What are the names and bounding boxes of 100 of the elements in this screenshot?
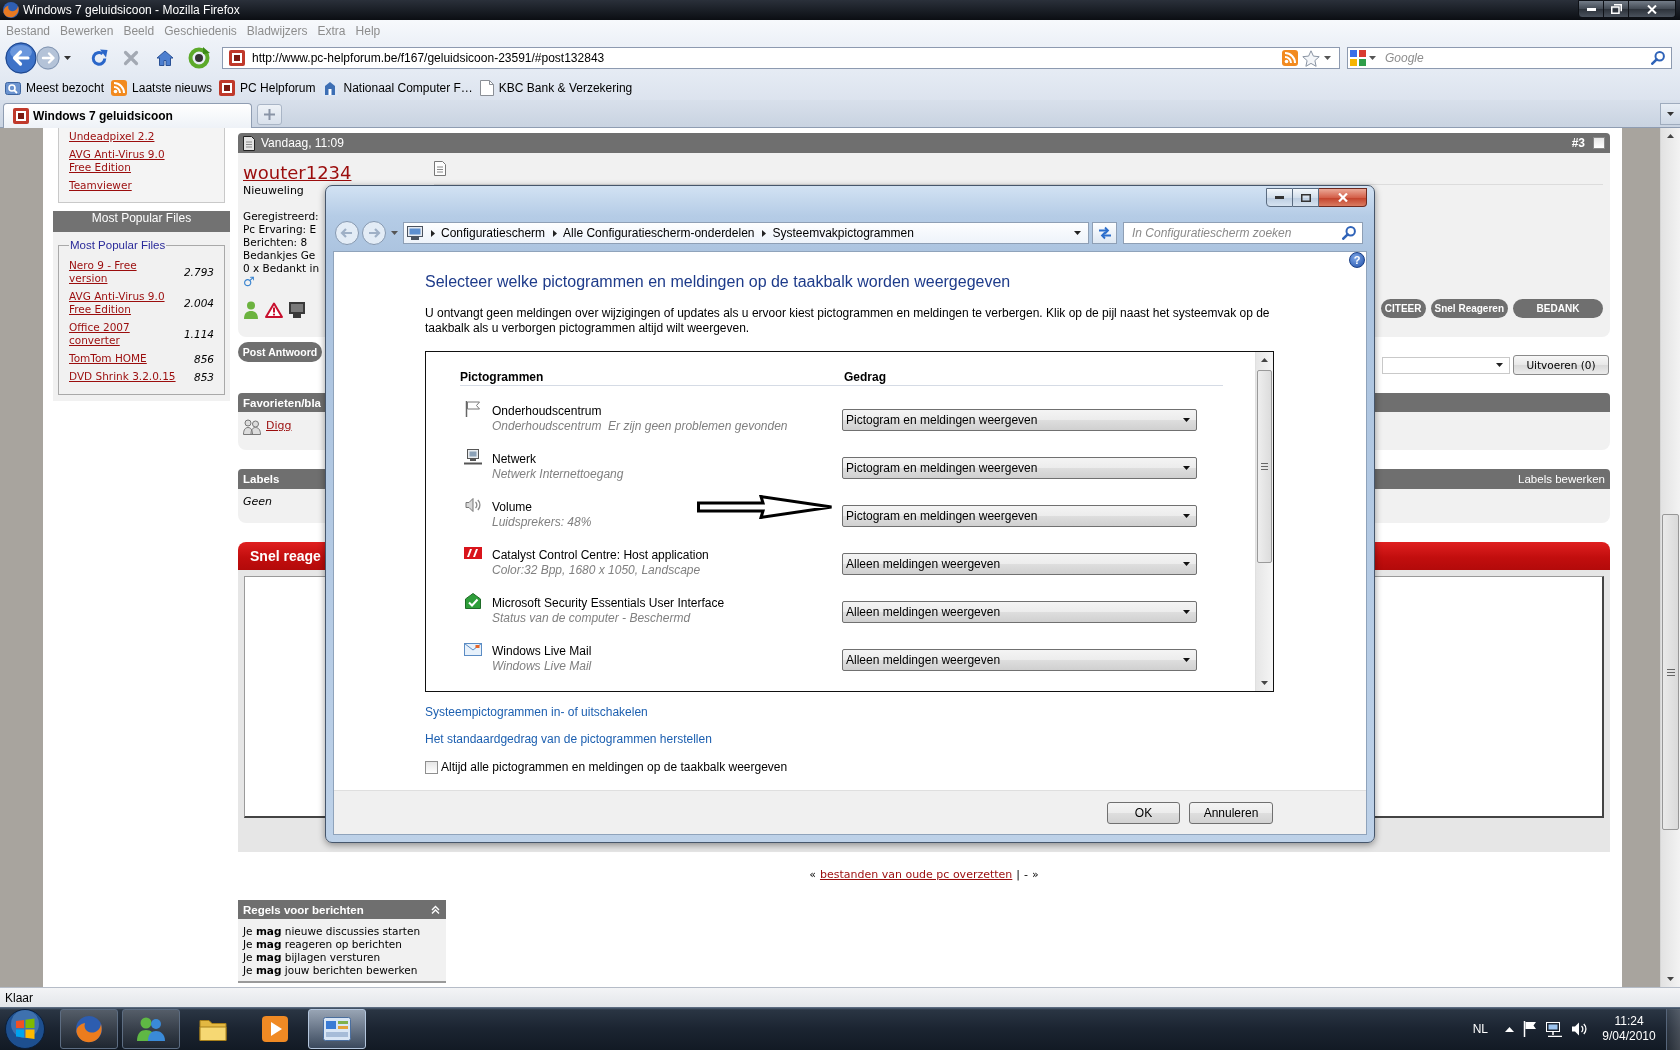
close-button[interactable]	[1319, 188, 1367, 207]
bookmark-item[interactable]: PC Helpforum	[219, 79, 316, 96]
address-field[interactable]: http://www.pc-helpforum.be/f167/geluidsicoon-23591/#post132843	[222, 47, 1340, 69]
social-link[interactable]: Digg	[266, 419, 292, 432]
caret-icon[interactable]	[64, 56, 71, 60]
search-field[interactable]: Google	[1347, 47, 1672, 69]
nav-arrow[interactable]: «	[809, 868, 816, 882]
file-link[interactable]: Undeadpixel 2.2	[69, 130, 177, 143]
ring-icon[interactable]	[188, 47, 210, 69]
caret-icon[interactable]	[1183, 418, 1190, 422]
dialog-button[interactable]: OK	[1107, 801, 1180, 824]
behavior-dropdown[interactable]: Pictogram en meldingen weergeven	[842, 457, 1197, 479]
post-action-button[interactable]: Snel Reageren	[1430, 299, 1508, 318]
taskbar-button[interactable]	[308, 1009, 366, 1049]
scrollbar[interactable]	[1660, 128, 1680, 987]
browser-tab[interactable]: Windows 7 geluidsicoon	[3, 103, 252, 128]
chevron-icon[interactable]	[431, 229, 435, 237]
scroll-down-icon[interactable]	[1261, 681, 1268, 685]
speaker-icon[interactable]	[1571, 1021, 1587, 1037]
username-link[interactable]: wouter1234	[243, 162, 352, 184]
back-icon[interactable]	[5, 42, 37, 74]
search-engine-icon[interactable]	[1350, 50, 1366, 66]
bookmark-item[interactable]: KBC Bank & Verzekering	[479, 79, 633, 96]
start-orb-icon[interactable]	[5, 1009, 45, 1049]
scroll-up-icon[interactable]	[1667, 134, 1674, 138]
bookmark-item[interactable]: Meest bezocht	[5, 79, 105, 96]
bookmark-item[interactable]: Laatste nieuws	[111, 79, 213, 96]
search-icon[interactable]	[1342, 226, 1356, 240]
minimize-button[interactable]	[1266, 188, 1293, 207]
caret-icon[interactable]	[1074, 231, 1081, 235]
scrollbar-thumb[interactable]	[1257, 370, 1272, 563]
caret-icon[interactable]	[1183, 514, 1190, 518]
column-header: Pictogrammen	[460, 370, 545, 385]
post-reply-button[interactable]: Post Antwoord	[238, 342, 322, 362]
nav-arrow[interactable]: »	[1032, 868, 1039, 882]
new-tab-button[interactable]	[257, 104, 282, 125]
bookmark-item[interactable]: Nationaal Computer F…	[322, 79, 473, 96]
file-link[interactable]: AVG Anti-Virus 9.0 Free Edition	[69, 148, 177, 174]
search-icon[interactable]	[1651, 51, 1665, 65]
file-link[interactable]: TomTom HOME	[69, 352, 177, 365]
network-icon[interactable]	[1546, 1021, 1562, 1037]
flag-icon[interactable]	[1523, 1021, 1537, 1037]
search-field[interactable]: In Configuratiescherm zoeken	[1123, 222, 1363, 244]
refresh-button[interactable]	[1092, 222, 1117, 244]
behavior-dropdown[interactable]: Alleen meldingen weergeven	[842, 553, 1197, 575]
breadcrumb-item[interactable]: Systeemvakpictogrammen	[772, 226, 914, 240]
post-action-button[interactable]: BEDANK	[1513, 299, 1603, 318]
edit-labels-link[interactable]: Labels bewerken	[1518, 473, 1605, 485]
breadcrumb-item[interactable]: Alle Configuratiescherm-onderdelen	[563, 226, 755, 240]
maximize-button[interactable]	[1293, 188, 1319, 207]
file-link[interactable]: Nero 9 - Free version	[69, 259, 177, 285]
file-link[interactable]: DVD Shrink 3.2.0.15	[69, 370, 177, 383]
checkbox[interactable]	[425, 760, 438, 774]
breadcrumb-item[interactable]: Configuratiescherm	[441, 226, 546, 240]
behavior-dropdown[interactable]: Pictogram en meldingen weergeven	[842, 505, 1197, 527]
checkbox[interactable]	[1593, 137, 1605, 149]
thread-link[interactable]: bestanden van oude pc overzetten	[819, 868, 1013, 882]
app-logo-icon	[3, 2, 19, 18]
caret-icon[interactable]	[1183, 658, 1190, 662]
chevron-icon[interactable]	[553, 229, 558, 237]
behavior-dropdown[interactable]: Pictogram en meldingen weergeven	[842, 409, 1197, 431]
caret-icon[interactable]	[1183, 562, 1190, 566]
behavior-dropdown[interactable]: Alleen meldingen weergeven	[842, 649, 1197, 671]
chevron-icon[interactable]	[762, 229, 767, 237]
computer-icon[interactable]	[407, 226, 423, 240]
language-indicator[interactable]: NL	[1472, 1022, 1488, 1036]
minimize-button[interactable]	[1578, 0, 1604, 18]
checkbox-label[interactable]: Altijd alle pictogrammen en meldingen op de taakbalk weergeven	[441, 759, 788, 775]
warning-icon[interactable]	[265, 302, 283, 318]
settings-link[interactable]: Het standaardgedrag van de pictogrammen herstellen	[425, 732, 712, 746]
scroll-down-icon[interactable]	[1667, 977, 1674, 981]
post-action-button[interactable]: CITEER	[1380, 299, 1426, 318]
caret-icon[interactable]	[1667, 112, 1674, 116]
scroll-up-icon[interactable]	[1261, 358, 1268, 362]
site-icon	[219, 79, 236, 96]
tab-list-button[interactable]	[1660, 103, 1680, 125]
file-link[interactable]: Office 2007 converter	[69, 321, 177, 347]
close-button[interactable]	[1629, 0, 1676, 18]
star-icon[interactable]	[1302, 49, 1320, 67]
dialog-button[interactable]: Annuleren	[1189, 801, 1273, 824]
caret-icon[interactable]	[1183, 610, 1190, 614]
taskbar-button[interactable]	[122, 1009, 180, 1049]
restore-button[interactable]	[1604, 0, 1629, 18]
file-link[interactable]: AVG Anti-Virus 9.0 Free Edition	[69, 290, 177, 316]
reload-icon[interactable]	[90, 49, 108, 67]
scrollbar-thumb[interactable]	[1662, 514, 1679, 830]
grip-icon	[1666, 668, 1675, 676]
home-icon[interactable]	[156, 50, 174, 66]
behavior-dropdown[interactable]: Alleen meldingen weergeven	[842, 601, 1197, 623]
settings-link[interactable]: Systeempictogrammen in- of uitschakelen	[425, 705, 648, 719]
caret-icon[interactable]	[1369, 56, 1376, 60]
run-button[interactable]: Uitvoeren (0)	[1513, 355, 1609, 375]
caret-icon[interactable]	[1324, 56, 1331, 60]
computer-icon[interactable]	[289, 302, 305, 318]
caret-icon[interactable]	[1496, 363, 1503, 367]
file-link[interactable]: Teamviewer	[69, 179, 177, 192]
caret-up-icon[interactable]	[1505, 1026, 1514, 1032]
clock[interactable]: 11:24 9/04/2010	[1601, 1014, 1657, 1044]
scrollbar[interactable]	[1255, 352, 1273, 691]
collapse-icon[interactable]	[431, 905, 440, 914]
